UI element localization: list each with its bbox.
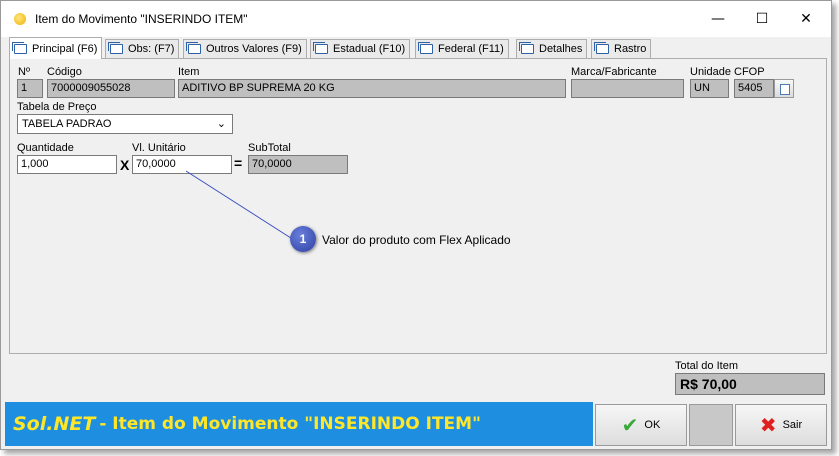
maximize-button[interactable]: ☐ [739,1,785,37]
tab-principal[interactable]: Principal (F6) [9,37,103,59]
tab-label: Detalhes [539,43,583,55]
close-x-icon: ✖ [759,413,777,437]
tab-label: Rastro [614,43,647,55]
sair-button[interactable]: ✖ Sair [735,404,827,446]
tab-label: Outros Valores (F9) [206,43,302,55]
dialog-window: Item do Movimento "INSERINDO ITEM" — ☐ ✕… [0,0,832,450]
brand-title: - Item do Movimento "INSERINDO ITEM" [99,414,481,434]
tab-detalhes[interactable]: Detalhes [516,39,588,58]
total-item-label: Total do Item [675,360,738,372]
title-bar: Item do Movimento "INSERINDO ITEM" — ☐ ✕ [1,1,831,37]
minimize-button[interactable]: — [695,1,741,37]
brand-bar: Sol.NET - Item do Movimento "INSERINDO I… [5,402,593,446]
checkmark-icon: ✔ [621,413,639,437]
tab-obs[interactable]: Obs: (F7) [105,39,180,58]
tab-outros-valores[interactable]: Outros Valores (F9) [183,39,307,58]
principal-panel: Nº Código Item Marca/Fabricante Unidade … [9,58,827,354]
tab-estadual[interactable]: Estadual (F10) [310,39,411,58]
ok-label: OK [644,419,661,431]
tab-label: Estadual (F10) [333,43,406,55]
total-item-field: R$ 70,00 [675,373,825,395]
annotation-leader-line [185,170,295,241]
window-tab-icon [186,42,201,54]
close-button[interactable]: ✕ [783,1,829,37]
window-title: Item do Movimento "INSERINDO ITEM" [35,12,248,26]
sair-label: Sair [782,419,803,431]
tab-label: Federal (F11) [438,43,504,55]
ok-button[interactable]: ✔ OK [595,404,687,446]
window-tab-icon [12,41,27,54]
blank-button[interactable] [689,404,733,446]
tab-rastro[interactable]: Rastro [591,39,652,58]
window-tab-icon [418,42,433,54]
window-tab-icon [313,42,328,54]
tab-federal[interactable]: Federal (F11) [415,39,509,58]
app-sun-icon [14,13,26,25]
solnet-logo: Sol.NET [13,413,96,435]
tab-bar: Principal (F6) Obs: (F7) Outros Valores … [5,37,831,59]
window-tab-icon [108,42,123,54]
tab-label: Obs: (F7) [128,43,175,55]
annotation-text: Valor do produto com Flex Aplicado [322,233,511,247]
tab-label: Principal (F6) [32,42,98,55]
window-tab-icon [519,42,534,54]
window-tab-icon [594,42,609,54]
annotation-badge: 1 [290,226,316,252]
